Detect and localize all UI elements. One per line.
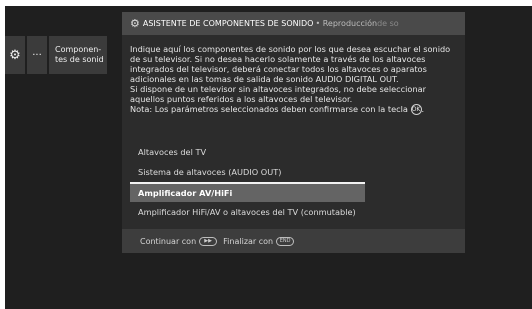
- forward-key-icon[interactable]: ▶▶: [199, 236, 218, 246]
- menu-dots-item[interactable]: ···: [27, 36, 47, 74]
- options-list: Altavoces del TV Sistema de altavoces (A…: [130, 142, 365, 222]
- option-av-hifi-amplifier[interactable]: Amplificador AV/HiFi: [130, 182, 365, 202]
- sound-components-assistant-dialog: ⚙ ASISTENTE DE COMPONENTES DE SONIDO • R…: [122, 12, 465, 253]
- menu-breadcrumb-bar: ⚙ ··· Componen- tes de sonid: [5, 36, 115, 74]
- dialog-header: ⚙ ASISTENTE DE COMPONENTES DE SONIDO • R…: [122, 12, 465, 35]
- note-end: .: [421, 104, 425, 114]
- option-hifi-or-tv-switchable[interactable]: Amplificador HiFi/AV o altavoces del TV …: [130, 202, 365, 222]
- dialog-title: ASISTENTE DE COMPONENTES DE SONIDO: [142, 19, 314, 28]
- note-label: Nota: Los parámetros seleccionados deben…: [130, 104, 408, 114]
- no-speakers-text: Si dispone de un televisor sin altavoces…: [130, 84, 427, 104]
- sound-components-menu-item[interactable]: Componen- tes de sonid: [49, 36, 107, 74]
- dialog-subtitle-faded: de so: [377, 19, 399, 28]
- finish-label: Finalizar con: [223, 236, 274, 246]
- tv-screen: ⚙ ··· Componen- tes de sonid ⚙ ASISTENTE…: [5, 6, 532, 309]
- dialog-footer: Continuar con ▶▶ Finalizar con END: [122, 229, 465, 253]
- note-text: Nota: Los parámetros seleccionados deben…: [130, 104, 457, 115]
- instruction-text: Indique aquí los componentes de sonido p…: [130, 44, 451, 84]
- end-key-icon[interactable]: END: [276, 236, 295, 246]
- ok-key-icon: OK: [410, 104, 422, 115]
- settings-gear-icon[interactable]: ⚙: [5, 36, 25, 74]
- gear-icon: ⚙: [130, 17, 140, 30]
- dialog-subtitle: • Reproducción: [315, 19, 378, 28]
- option-speaker-system[interactable]: Sistema de altavoces (AUDIO OUT): [130, 162, 365, 182]
- option-tv-speakers[interactable]: Altavoces del TV: [130, 142, 365, 162]
- continue-label: Continuar con: [140, 236, 197, 246]
- dialog-body: Indique aquí los componentes de sonido p…: [122, 35, 465, 115]
